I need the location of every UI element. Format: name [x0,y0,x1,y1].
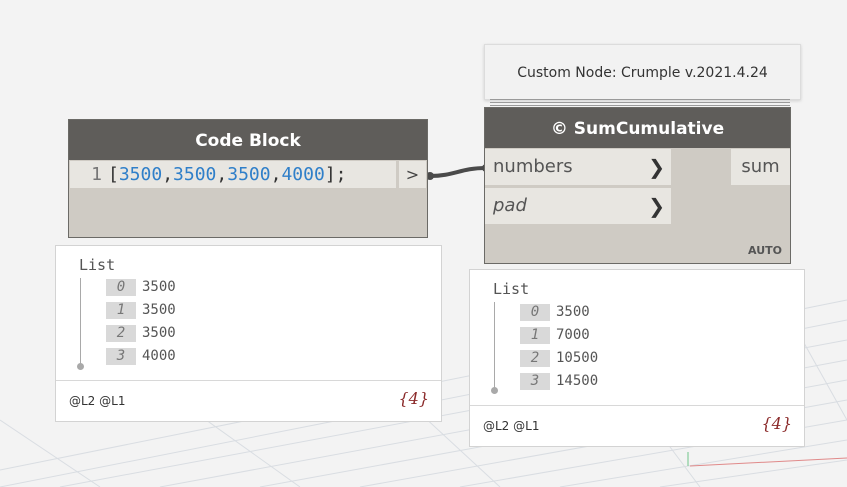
number-literal: 3500 [118,164,163,185]
list-index: 1 [520,327,550,344]
list-item: 2 10500 [520,350,598,368]
item-count: {4} [398,389,429,408]
list-value: 3500 [556,304,590,320]
list-index: 3 [520,373,550,390]
code-block-preview[interactable]: List 0 3500 1 3500 2 3500 3 4000 @L2 @L1 {4} [55,245,442,422]
list-index: 1 [106,302,136,319]
number-literal: 4000 [281,164,325,185]
workspace-canvas[interactable]: Custom Node: Crumple v.2021.4.24 Code Bl… [0,0,847,487]
custom-node-stack-lines [490,99,790,107]
list-index: 3 [106,348,136,365]
list-title: List [493,280,530,298]
list-value: 7000 [556,327,590,343]
list-index: 2 [106,325,136,342]
code-editor-line[interactable]: 1 [3500,3500,3500,4000]; [70,161,396,188]
list-levels: @L2 @L1 [483,419,540,433]
preview-footer: @L2 @L1 {4} [56,380,441,421]
list-item: 3 14500 [520,373,598,391]
list-item: 0 3500 [520,304,590,322]
port-label: numbers [493,156,573,177]
node-body[interactable]: numbers ❯ pad ❯ sum AUTO [485,148,790,263]
output-port[interactable]: > [399,161,426,188]
list-value: 4000 [142,348,176,364]
number-literal: 3500 [227,164,271,185]
node-title[interactable]: Code Block [69,120,427,160]
line-number: 1 [91,164,102,185]
node-title[interactable]: © SumCumulative [485,108,790,148]
code-open-bracket: [ [108,164,119,185]
list-value: 14500 [556,373,599,389]
item-count: {4} [761,414,792,433]
list-index: 0 [106,279,136,296]
list-value: 3500 [142,302,176,318]
number-literal: 3500 [173,164,217,185]
preview-footer: @L2 @L1 {4} [470,405,804,446]
list-item: 1 3500 [106,302,176,320]
node-tooltip: Custom Node: Crumple v.2021.4.24 [484,44,801,100]
list-item: 2 3500 [106,325,176,343]
list-index: 0 [520,304,550,321]
chevron-right-icon[interactable]: ❯ [648,149,665,185]
input-port-numbers[interactable]: numbers ❯ [485,149,671,185]
tree-line [494,302,495,392]
tree-end-dot [491,387,498,394]
output-port-sum[interactable]: sum [731,149,790,185]
port-label: pad [493,195,527,216]
tree-line [80,278,81,368]
code-close-bracket: ]; [324,164,347,185]
list-item: 3 4000 [106,348,176,366]
tree-end-dot [77,363,84,370]
sumcumulative-node[interactable]: © SumCumulative numbers ❯ pad ❯ sum AUTO [484,107,791,264]
list-levels: @L2 @L1 [69,394,126,408]
list-index: 2 [520,350,550,367]
list-title: List [79,256,116,274]
list-item: 1 7000 [520,327,590,345]
chevron-right-icon[interactable]: ❯ [648,188,665,224]
list-value: 3500 [142,325,176,341]
lacing-indicator[interactable]: AUTO [748,244,782,257]
list-value: 10500 [556,350,599,366]
list-item: 0 3500 [106,279,176,297]
node-body[interactable]: 1 [3500,3500,3500,4000]; > [69,160,427,237]
list-value: 3500 [142,279,176,295]
input-port-pad[interactable]: pad ❯ [485,188,671,224]
sumcumulative-preview[interactable]: List 0 3500 1 7000 2 10500 3 14500 @L2 @L1 {… [469,269,805,447]
code-block-node[interactable]: Code Block 1 [3500,3500,3500,4000]; > [68,119,428,238]
